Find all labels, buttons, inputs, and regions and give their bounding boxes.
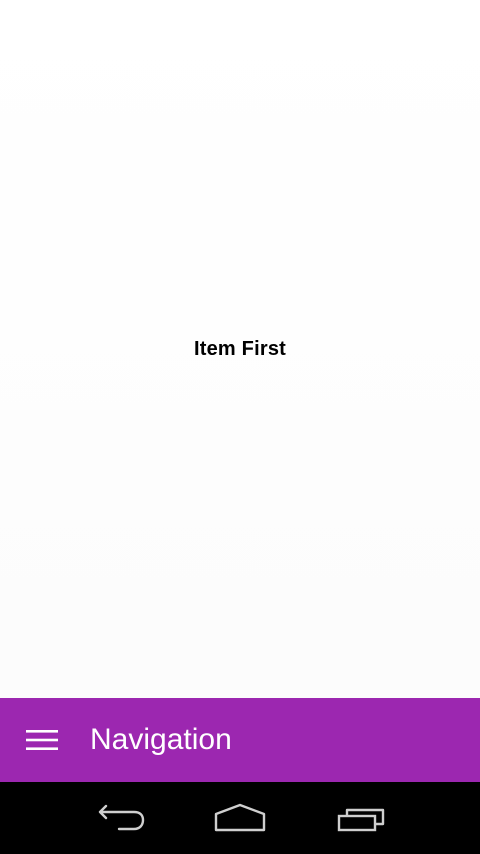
center-text: Item First: [193, 338, 287, 360]
hamburger-menu-icon: [26, 730, 58, 750]
system-navigation-bar: [0, 782, 480, 854]
recent-apps-button[interactable]: [331, 800, 391, 836]
recent-apps-icon: [337, 808, 385, 832]
home-button[interactable]: [210, 800, 270, 836]
menu-button[interactable]: [25, 728, 59, 752]
main-content: Item First: [0, 0, 480, 698]
app-bar-title: Navigation: [90, 723, 232, 756]
screen: Item First Navigation: [0, 0, 480, 854]
home-icon: [214, 803, 266, 832]
back-icon: [98, 804, 145, 831]
back-button[interactable]: [90, 800, 150, 836]
bottom-app-bar: Navigation: [0, 698, 480, 782]
